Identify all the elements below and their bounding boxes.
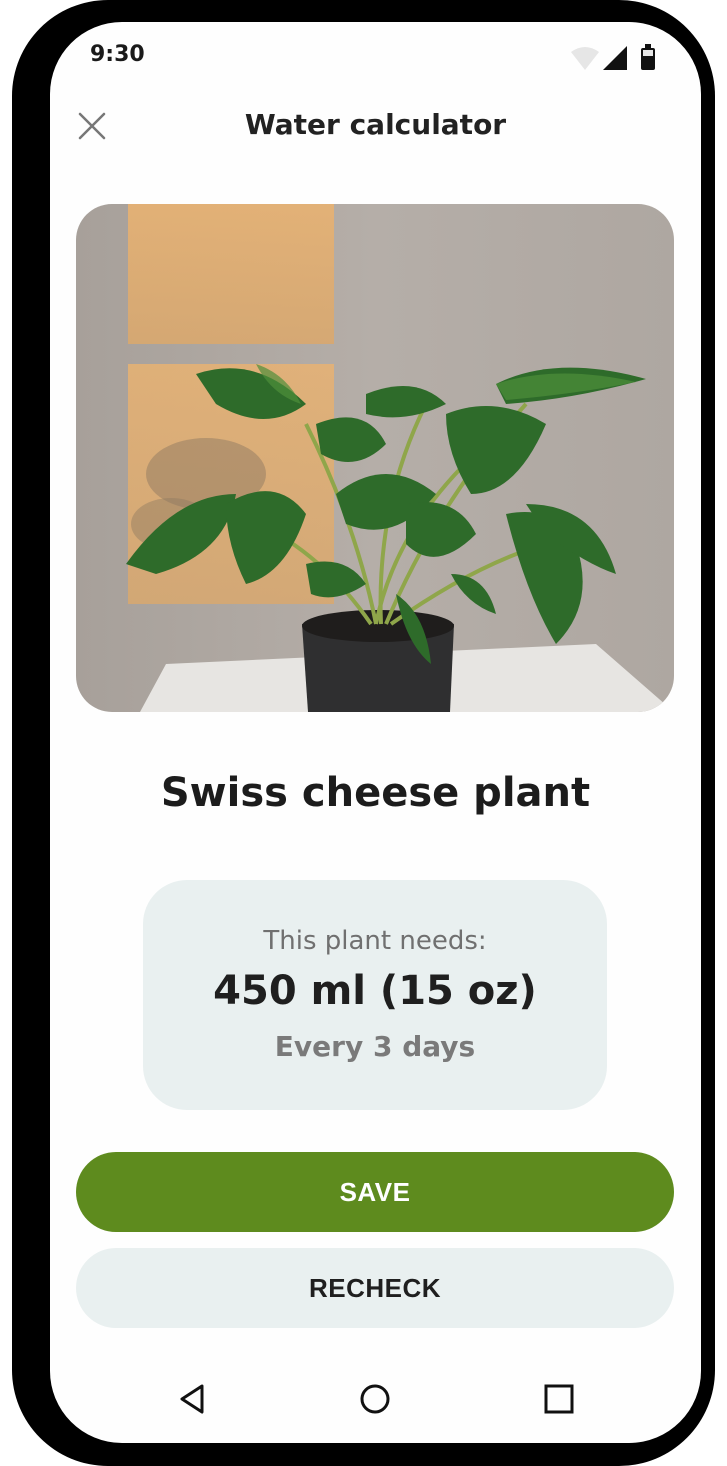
save-button[interactable]: SAVE [76,1152,674,1232]
battery-icon [641,44,655,70]
system-nav-bar [50,1368,701,1428]
water-amount: 450 ml (15 oz) [213,968,537,1014]
volume-down-button [12,380,32,502]
back-icon [180,1384,204,1414]
home-icon [360,1384,390,1414]
cellular-signal-icon [603,46,627,70]
nav-recents-button[interactable] [542,1382,576,1416]
water-needs-card: This plant needs: 450 ml (15 oz) Every 3… [143,880,607,1110]
needs-label: This plant needs: [263,926,487,956]
app-screen: 9:30 Water calculator Swiss cheese plant… [50,22,701,1443]
recheck-button[interactable]: RECHECK [76,1248,674,1328]
nav-back-button[interactable] [176,1382,210,1416]
volume-up-button [12,232,32,354]
page-title: Water calculator [244,108,507,141]
wifi-icon [571,47,599,70]
plant-name: Swiss cheese plant [160,770,591,816]
water-frequency: Every 3 days [274,1030,476,1063]
status-time: 9:30 [90,42,145,67]
recents-icon [544,1384,574,1414]
nav-home-button[interactable] [358,1382,392,1416]
status-icons [569,44,661,72]
plant-photo [76,204,674,712]
phone-frame: 9:30 Water calculator Swiss cheese plant… [12,0,715,1466]
